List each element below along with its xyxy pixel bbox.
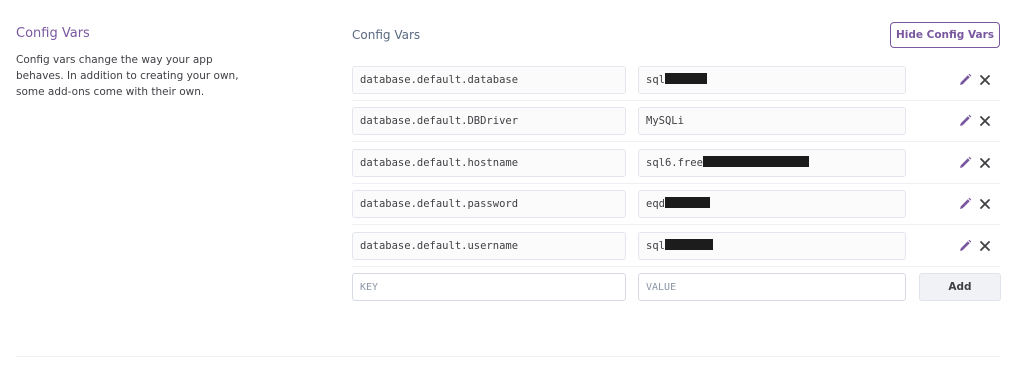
config-var-row: database.default.database sql <box>352 66 1002 94</box>
config-var-value[interactable]: sql6.free <box>638 149 906 177</box>
pencil-icon[interactable] <box>957 72 973 88</box>
config-var-row: database.default.username sql <box>352 232 1002 260</box>
close-icon[interactable] <box>977 155 993 171</box>
new-config-var-row: Add <box>352 273 1002 301</box>
redaction-mask <box>702 156 809 167</box>
config-var-value-text: sql6.free <box>646 157 703 169</box>
new-key-input[interactable] <box>352 273 626 301</box>
config-var-row: database.default.DBDriver MySQLi <box>352 107 1002 135</box>
pencil-icon[interactable] <box>957 113 973 129</box>
redaction-mask <box>664 197 710 208</box>
row-divider <box>352 141 1000 142</box>
config-var-row: database.default.hostname sql6.free <box>352 149 1002 177</box>
config-var-row: database.default.password eqd <box>352 190 1002 218</box>
hide-config-vars-button[interactable]: Hide Config Vars <box>890 22 1000 48</box>
close-icon[interactable] <box>977 196 993 212</box>
close-icon[interactable] <box>977 113 993 129</box>
config-var-value[interactable]: MySQLi <box>638 107 906 135</box>
config-var-key[interactable]: database.default.database <box>352 66 626 94</box>
pencil-icon[interactable] <box>957 196 973 212</box>
config-var-value-text: MySQLi <box>646 115 684 127</box>
close-icon[interactable] <box>977 238 993 254</box>
new-value-input[interactable] <box>638 273 906 301</box>
row-divider <box>352 100 1000 101</box>
section-divider <box>16 356 1000 357</box>
section-title: Config Vars <box>16 26 90 41</box>
config-var-key[interactable]: database.default.username <box>352 232 626 260</box>
close-icon[interactable] <box>977 72 993 88</box>
row-divider <box>352 183 1000 184</box>
redaction-mask <box>664 73 707 84</box>
config-var-value-text: sql <box>646 74 665 86</box>
redaction-mask <box>664 239 713 250</box>
row-divider <box>352 224 1000 225</box>
config-var-value[interactable]: sql <box>638 66 906 94</box>
config-var-key[interactable]: database.default.hostname <box>352 149 626 177</box>
config-var-value[interactable]: sql <box>638 232 906 260</box>
pencil-icon[interactable] <box>957 155 973 171</box>
pencil-icon[interactable] <box>957 238 973 254</box>
config-var-key[interactable]: database.default.DBDriver <box>352 107 626 135</box>
config-vars-heading: Config Vars <box>352 28 421 42</box>
config-var-value-text: sql <box>646 240 665 252</box>
add-config-var-button[interactable]: Add <box>919 273 1001 301</box>
config-var-value[interactable]: eqd <box>638 190 906 218</box>
row-divider <box>352 266 1000 267</box>
config-var-value-text: eqd <box>646 198 665 210</box>
config-var-key[interactable]: database.default.password <box>352 190 626 218</box>
section-description: Config vars change the way your app beha… <box>16 54 239 98</box>
